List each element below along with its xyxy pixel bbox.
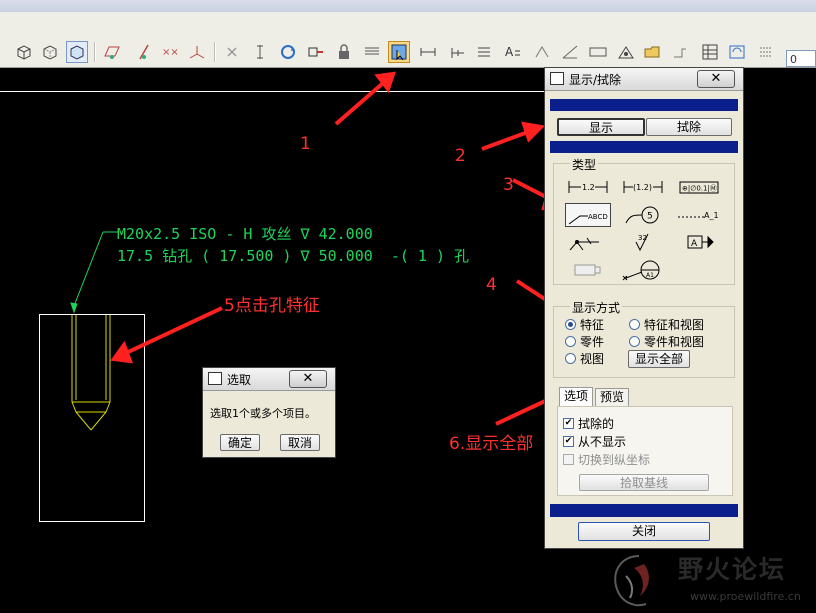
select-dialog-titlebar[interactable]: 选取 ✕ [203,368,335,391]
show-erase-title: 显示/拭除 [569,73,622,87]
dialog-band-bottom [550,504,738,517]
mode-feature-view-radio[interactable] [629,319,640,330]
mode-feature-radio[interactable] [565,319,576,330]
erased-label: 拭除的 [578,417,615,431]
svg-text:(1.2): (1.2) [633,183,652,192]
select-dialog-title: 选取 [227,373,252,387]
axis-type-icon[interactable]: A_1 [676,203,722,227]
hole-feature [71,315,111,431]
never-shown-checkbox[interactable]: ✔ [563,436,574,447]
mode-view-radio[interactable] [565,353,576,364]
svg-text:⊕|∅0.1|Ⓜ: ⊕|∅0.1|Ⓜ [682,185,717,193]
show-button[interactable]: 显示 [557,118,645,136]
surface-finish-type-icon[interactable]: 32 [620,230,666,254]
mode-part-view-label: 零件和视图 [644,335,705,349]
close-dialog-button[interactable]: 关闭 [578,522,710,541]
show-erase-dialog: 显示/拭除 ✕ 显示 拭除 类型 1.2 (1.2) ⊕|∅0.1|Ⓜ ABCD… [544,67,744,549]
cancel-button[interactable]: 取消 [280,434,320,451]
step-2-label: 2 [455,146,466,166]
display-mode-label: 显示方式 [570,299,623,316]
close-icon[interactable]: ✕ [697,70,735,88]
tab-preview[interactable]: 预览 [595,388,629,406]
mode-view-label: 视图 [580,352,605,366]
note-leader [70,231,118,314]
svg-text:5: 5 [647,212,653,222]
switch-ordinate-label: 切换到纵坐标 [578,453,651,467]
note-type-icon[interactable]: ABCD [565,203,611,227]
mode-part-view-radio[interactable] [629,336,640,347]
datum-type-icon[interactable]: A [676,230,722,254]
symbol-type-icon[interactable] [565,230,611,254]
step-4-label: 4 [486,275,497,295]
erased-checkbox[interactable]: ✔ [563,418,574,429]
show-erase-titlebar[interactable]: 显示/拭除 ✕ [545,68,743,91]
ok-button[interactable]: 确定 [220,434,260,451]
dimension-type-icon[interactable]: 1.2 [565,175,611,199]
svg-text:ABCD: ABCD [588,213,608,221]
select-dialog: 选取 ✕ 选取1个或多个项目。 确定 取消 [202,367,336,458]
step-5-label: 5点击孔特征 [224,296,320,316]
ref-dimension-type-icon[interactable]: (1.2) [620,175,666,199]
cosmetic-type-icon[interactable] [565,258,611,282]
dialog-band-mid [550,141,738,153]
svg-text:A: A [691,239,698,249]
watermark-title: 野火论坛 [678,555,787,584]
dialog-band-top [550,99,738,111]
geom-tolerance-type-icon[interactable]: ⊕|∅0.1|Ⓜ [676,175,722,199]
erase-button[interactable]: 拭除 [646,118,732,136]
mode-part-radio[interactable] [565,336,576,347]
dialog-app-icon [550,72,564,85]
tab-options[interactable]: 选项 [559,387,593,406]
step-3-label: 3 [503,175,514,195]
dialog-app-icon [208,372,222,385]
pick-baseline-button[interactable]: 拾取基线 [579,474,709,491]
show-all-button[interactable]: 显示全部 [628,350,690,368]
switch-ordinate-checkbox[interactable] [563,454,574,465]
mode-part-label: 零件 [580,335,605,349]
svg-text:1.2: 1.2 [582,183,595,192]
datum-target-type-icon[interactable]: A1 [620,258,666,282]
close-icon[interactable]: ✕ [289,370,327,388]
watermark-logo [614,555,649,607]
type-group-label: 类型 [570,156,599,173]
mode-feature-view-label: 特征和视图 [644,318,705,332]
step-1-label: 1 [300,134,311,154]
step-6-label: 6.显示全部 [449,434,534,454]
balloon-type-icon[interactable]: 5 [620,203,666,227]
select-dialog-message: 选取1个或多个项目。 [210,407,316,420]
mode-feature-label: 特征 [580,318,605,332]
svg-text:A_1: A_1 [704,211,719,220]
note-drill-line[interactable]: 17.5 钻孔 ( 17.500 ) ∇ 50.000 -( 1 ) 孔 [117,245,469,266]
note-tap-line[interactable]: M20x2.5 ISO - H 攻丝 ∇ 42.000 [117,223,373,244]
svg-text:32: 32 [638,234,647,242]
never-shown-label: 从不显示 [578,435,627,449]
svg-text:A1: A1 [646,272,654,279]
watermark-url: www.proewildfire.cn [690,590,801,603]
